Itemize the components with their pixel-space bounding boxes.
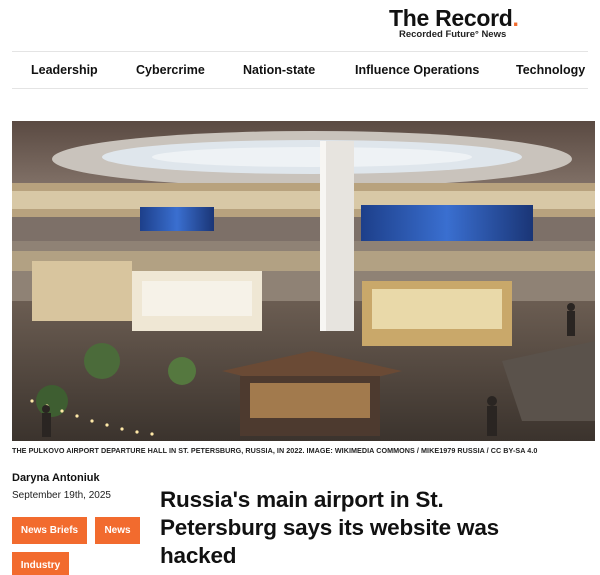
nav-item-influence-operations[interactable]: Influence Operations <box>355 52 479 88</box>
headline-line: Russia's main airport in St. <box>160 487 444 512</box>
headline-line: Petersburg says its website was <box>160 515 499 540</box>
image-caption: THE PULKOVO AIRPORT DEPARTURE HALL IN ST… <box>12 446 538 455</box>
airport-hall-illustration <box>12 121 595 441</box>
author-name[interactable]: Daryna Antoniuk <box>12 472 100 485</box>
hero-image <box>12 121 595 441</box>
main-nav: Leadership Cybercrime Nation-state Influ… <box>12 51 588 89</box>
tag-industry[interactable]: Industry <box>12 552 69 575</box>
site-logo[interactable]: The Record. <box>389 6 519 30</box>
site-logo-subtitle: Recorded Future° News <box>399 29 507 40</box>
nav-item-nation-state[interactable]: Nation-state <box>243 52 315 88</box>
tag-news-briefs[interactable]: News Briefs <box>12 517 87 544</box>
nav-item-leadership[interactable]: Leadership <box>31 52 98 88</box>
article-headline: Russia's main airport in St. Petersburg … <box>160 486 590 570</box>
nav-item-technology[interactable]: Technology <box>516 52 585 88</box>
publish-date: September 19th, 2025 <box>12 490 111 501</box>
headline-line: hacked <box>160 543 237 568</box>
tag-news[interactable]: News <box>95 517 140 544</box>
nav-item-cybercrime[interactable]: Cybercrime <box>136 52 205 88</box>
site-header: The Record. Recorded Future° News <box>0 0 600 50</box>
